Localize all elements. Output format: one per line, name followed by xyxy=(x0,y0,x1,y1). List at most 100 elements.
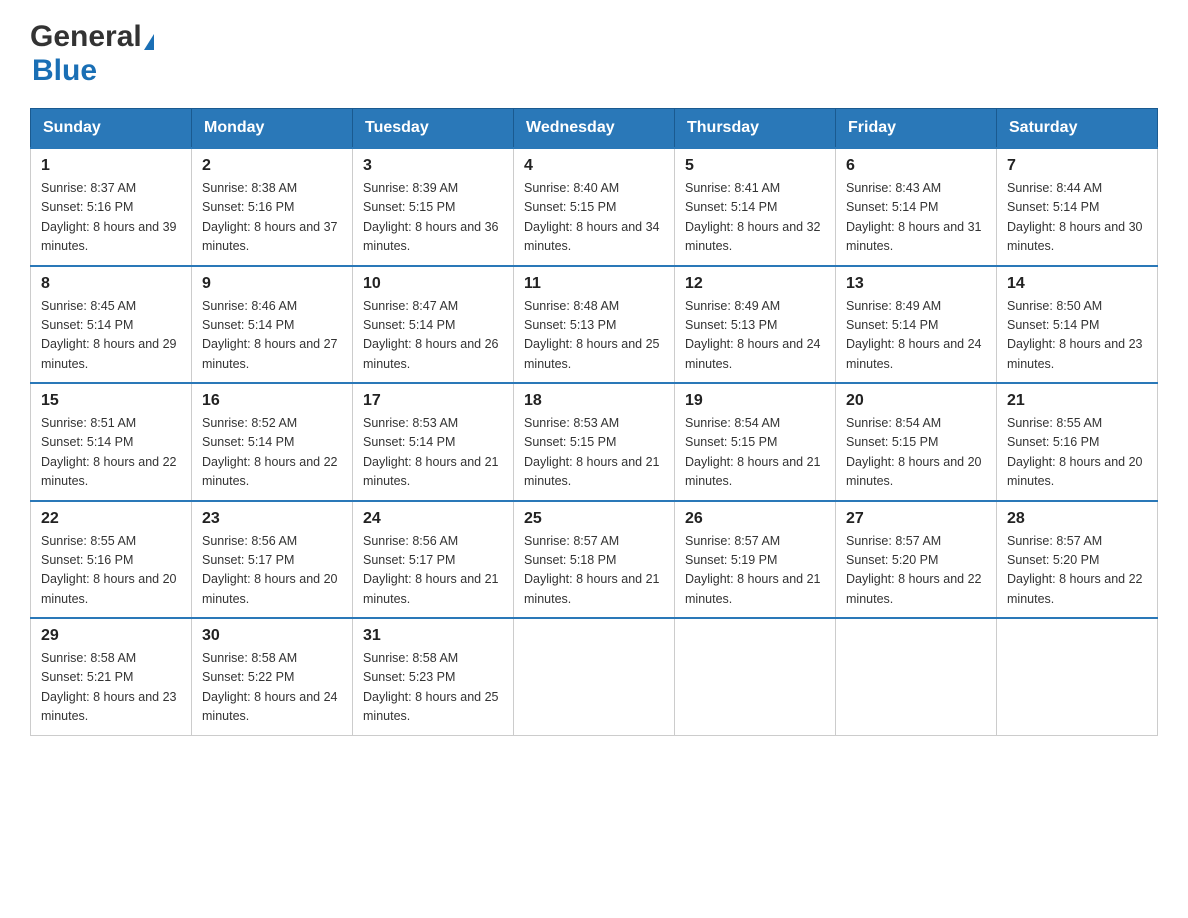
day-number: 31 xyxy=(363,627,503,645)
logo-general: General xyxy=(30,20,142,53)
day-sun-info: Sunrise: 8:40 AMSunset: 5:15 PMDaylight:… xyxy=(524,179,664,257)
day-sun-info: Sunrise: 8:57 AMSunset: 5:20 PMDaylight:… xyxy=(846,532,986,610)
day-number: 23 xyxy=(202,510,342,528)
day-sun-info: Sunrise: 8:57 AMSunset: 5:20 PMDaylight:… xyxy=(1007,532,1147,610)
calendar-cell-week2-day4: 11Sunrise: 8:48 AMSunset: 5:13 PMDayligh… xyxy=(514,266,675,384)
day-sun-info: Sunrise: 8:53 AMSunset: 5:14 PMDaylight:… xyxy=(363,414,503,492)
calendar-cell-week5-day2: 30 Sunrise: 8:58 AMSunset: 5:22 PMDayligh… xyxy=(192,618,353,735)
calendar-cell-week4-day5: 26 Sunrise: 8:57 AMSunset: 5:19 PMDayligh… xyxy=(675,501,836,619)
calendar-cell-week3-day3: 17Sunrise: 8:53 AMSunset: 5:14 PMDayligh… xyxy=(353,383,514,501)
day-sun-info: Sunrise: 8:38 AMSunset: 5:16 PMDaylight:… xyxy=(202,179,342,257)
calendar-cell-week2-day6: 13 Sunrise: 8:49 AMSunset: 5:14 PMDayligh… xyxy=(836,266,997,384)
day-number: 18 xyxy=(524,392,664,410)
week-row-5: 29 Sunrise: 8:58 AMSunset: 5:21 PMDayligh… xyxy=(31,618,1158,735)
day-sun-info: Sunrise: 8:45 AMSunset: 5:14 PMDaylight:… xyxy=(41,297,181,375)
weekday-header-wednesday: Wednesday xyxy=(514,109,675,149)
day-number: 22 xyxy=(41,510,181,528)
calendar-cell-week4-day7: 28 Sunrise: 8:57 AMSunset: 5:20 PMDayligh… xyxy=(997,501,1158,619)
day-number: 7 xyxy=(1007,157,1147,175)
calendar-cell-week3-day4: 18 Sunrise: 8:53 AMSunset: 5:15 PMDayligh… xyxy=(514,383,675,501)
logo-blue: Blue xyxy=(32,54,97,87)
day-number: 14 xyxy=(1007,275,1147,293)
day-number: 20 xyxy=(846,392,986,410)
calendar-cell-week1-day2: 2Sunrise: 8:38 AMSunset: 5:16 PMDaylight… xyxy=(192,148,353,266)
calendar-cell-week4-day3: 24Sunrise: 8:56 AMSunset: 5:17 PMDayligh… xyxy=(353,501,514,619)
calendar-cell-week5-day3: 31 Sunrise: 8:58 AMSunset: 5:23 PMDayligh… xyxy=(353,618,514,735)
day-sun-info: Sunrise: 8:56 AMSunset: 5:17 PMDaylight:… xyxy=(202,532,342,610)
day-number: 13 xyxy=(846,275,986,293)
day-number: 29 xyxy=(41,627,181,645)
weekday-header-saturday: Saturday xyxy=(997,109,1158,149)
day-number: 1 xyxy=(41,157,181,175)
day-sun-info: Sunrise: 8:41 AMSunset: 5:14 PMDaylight:… xyxy=(685,179,825,257)
day-number: 27 xyxy=(846,510,986,528)
calendar-cell-week5-day1: 29 Sunrise: 8:58 AMSunset: 5:21 PMDayligh… xyxy=(31,618,192,735)
logo-triangle-icon xyxy=(144,34,154,50)
day-sun-info: Sunrise: 8:39 AMSunset: 5:15 PMDaylight:… xyxy=(363,179,503,257)
day-sun-info: Sunrise: 8:57 AMSunset: 5:18 PMDaylight:… xyxy=(524,532,664,610)
day-sun-info: Sunrise: 8:57 AMSunset: 5:19 PMDaylight:… xyxy=(685,532,825,610)
day-sun-info: Sunrise: 8:55 AMSunset: 5:16 PMDaylight:… xyxy=(41,532,181,610)
day-sun-info: Sunrise: 8:51 AMSunset: 5:14 PMDaylight:… xyxy=(41,414,181,492)
calendar-cell-week3-day1: 15 Sunrise: 8:51 AMSunset: 5:14 PMDayligh… xyxy=(31,383,192,501)
day-number: 11 xyxy=(524,275,664,293)
day-sun-info: Sunrise: 8:47 AMSunset: 5:14 PMDaylight:… xyxy=(363,297,503,375)
logo-blue-text: Blue xyxy=(30,54,97,88)
week-row-1: 1 Sunrise: 8:37 AMSunset: 5:16 PMDaylight… xyxy=(31,148,1158,266)
weekday-header-monday: Monday xyxy=(192,109,353,149)
day-sun-info: Sunrise: 8:58 AMSunset: 5:22 PMDaylight:… xyxy=(202,649,342,727)
day-number: 24 xyxy=(363,510,503,528)
calendar-cell-week5-day6 xyxy=(836,618,997,735)
calendar-cell-week3-day5: 19 Sunrise: 8:54 AMSunset: 5:15 PMDayligh… xyxy=(675,383,836,501)
day-number: 4 xyxy=(524,157,664,175)
day-sun-info: Sunrise: 8:50 AMSunset: 5:14 PMDaylight:… xyxy=(1007,297,1147,375)
logo: General Blue xyxy=(30,20,154,88)
day-number: 15 xyxy=(41,392,181,410)
day-sun-info: Sunrise: 8:58 AMSunset: 5:23 PMDaylight:… xyxy=(363,649,503,727)
calendar-cell-week3-day2: 16Sunrise: 8:52 AMSunset: 5:14 PMDayligh… xyxy=(192,383,353,501)
week-row-3: 15 Sunrise: 8:51 AMSunset: 5:14 PMDayligh… xyxy=(31,383,1158,501)
day-number: 10 xyxy=(363,275,503,293)
day-sun-info: Sunrise: 8:49 AMSunset: 5:13 PMDaylight:… xyxy=(685,297,825,375)
calendar-cell-week3-day7: 21 Sunrise: 8:55 AMSunset: 5:16 PMDayligh… xyxy=(997,383,1158,501)
calendar-cell-week4-day4: 25Sunrise: 8:57 AMSunset: 5:18 PMDayligh… xyxy=(514,501,675,619)
day-sun-info: Sunrise: 8:55 AMSunset: 5:16 PMDaylight:… xyxy=(1007,414,1147,492)
weekday-header-sunday: Sunday xyxy=(31,109,192,149)
day-number: 28 xyxy=(1007,510,1147,528)
week-row-4: 22 Sunrise: 8:55 AMSunset: 5:16 PMDayligh… xyxy=(31,501,1158,619)
calendar-cell-week1-day6: 6Sunrise: 8:43 AMSunset: 5:14 PMDaylight… xyxy=(836,148,997,266)
calendar-cell-week2-day2: 9Sunrise: 8:46 AMSunset: 5:14 PMDaylight… xyxy=(192,266,353,384)
day-sun-info: Sunrise: 8:49 AMSunset: 5:14 PMDaylight:… xyxy=(846,297,986,375)
calendar-cell-week4-day2: 23 Sunrise: 8:56 AMSunset: 5:17 PMDayligh… xyxy=(192,501,353,619)
calendar-cell-week2-day7: 14 Sunrise: 8:50 AMSunset: 5:14 PMDayligh… xyxy=(997,266,1158,384)
page-header: General Blue xyxy=(30,20,1158,88)
calendar-table: SundayMondayTuesdayWednesdayThursdayFrid… xyxy=(30,108,1158,736)
calendar-cell-week1-day3: 3Sunrise: 8:39 AMSunset: 5:15 PMDaylight… xyxy=(353,148,514,266)
day-number: 5 xyxy=(685,157,825,175)
calendar-cell-week5-day4 xyxy=(514,618,675,735)
calendar-cell-week2-day5: 12 Sunrise: 8:49 AMSunset: 5:13 PMDayligh… xyxy=(675,266,836,384)
day-number: 6 xyxy=(846,157,986,175)
day-number: 12 xyxy=(685,275,825,293)
day-number: 8 xyxy=(41,275,181,293)
logo-text: General xyxy=(30,20,154,54)
day-sun-info: Sunrise: 8:37 AMSunset: 5:16 PMDaylight:… xyxy=(41,179,181,257)
day-sun-info: Sunrise: 8:54 AMSunset: 5:15 PMDaylight:… xyxy=(846,414,986,492)
calendar-cell-week1-day1: 1 Sunrise: 8:37 AMSunset: 5:16 PMDaylight… xyxy=(31,148,192,266)
calendar-cell-week2-day1: 8 Sunrise: 8:45 AMSunset: 5:14 PMDaylight… xyxy=(31,266,192,384)
day-number: 30 xyxy=(202,627,342,645)
weekday-header-tuesday: Tuesday xyxy=(353,109,514,149)
day-number: 26 xyxy=(685,510,825,528)
day-number: 9 xyxy=(202,275,342,293)
weekday-header-thursday: Thursday xyxy=(675,109,836,149)
day-sun-info: Sunrise: 8:44 AMSunset: 5:14 PMDaylight:… xyxy=(1007,179,1147,257)
week-row-2: 8 Sunrise: 8:45 AMSunset: 5:14 PMDaylight… xyxy=(31,266,1158,384)
day-sun-info: Sunrise: 8:52 AMSunset: 5:14 PMDaylight:… xyxy=(202,414,342,492)
day-sun-info: Sunrise: 8:53 AMSunset: 5:15 PMDaylight:… xyxy=(524,414,664,492)
day-number: 21 xyxy=(1007,392,1147,410)
day-number: 19 xyxy=(685,392,825,410)
calendar-cell-week1-day5: 5 Sunrise: 8:41 AMSunset: 5:14 PMDaylight… xyxy=(675,148,836,266)
calendar-cell-week2-day3: 10 Sunrise: 8:47 AMSunset: 5:14 PMDayligh… xyxy=(353,266,514,384)
day-sun-info: Sunrise: 8:54 AMSunset: 5:15 PMDaylight:… xyxy=(685,414,825,492)
day-sun-info: Sunrise: 8:58 AMSunset: 5:21 PMDaylight:… xyxy=(41,649,181,727)
